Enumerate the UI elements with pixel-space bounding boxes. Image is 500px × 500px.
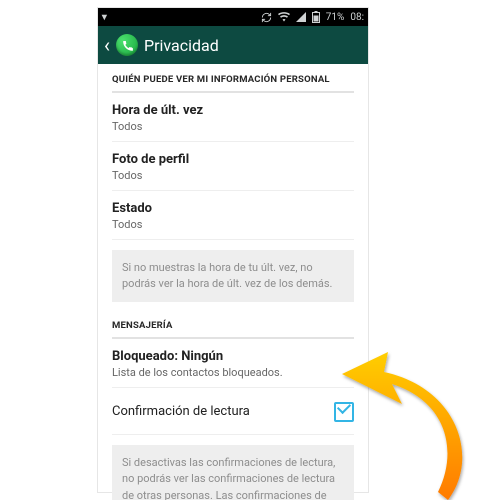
row-value: Todos (112, 120, 354, 133)
info-note-personal: Si no muestras la hora de tu últ. vez, n… (112, 250, 354, 302)
row-value: Todos (112, 218, 354, 231)
app-header: ‹ Privacidad (98, 26, 368, 64)
settings-content: QUIÉN PUEDE VER MI INFORMACIÓN PERSONAL … (98, 64, 368, 500)
section-header-personal: QUIÉN PUEDE VER MI INFORMACIÓN PERSONAL (112, 64, 354, 93)
status-bar: ▸ 71% 08: (98, 8, 368, 26)
wifi-icon (278, 12, 290, 22)
row-title: Bloqueado: Ningún (112, 349, 354, 364)
row-profile-photo[interactable]: Foto de perfil Todos (112, 142, 354, 191)
info-note-messaging: Si desactivas las confirmaciones de lect… (112, 445, 354, 500)
page-title: Privacidad (144, 36, 219, 55)
checkbox-read-receipts[interactable] (334, 402, 354, 422)
whatsapp-logo-icon[interactable] (116, 34, 138, 56)
row-title: Foto de perfil (112, 152, 354, 167)
row-title: Hora de últ. vez (112, 103, 354, 118)
battery-icon (312, 11, 320, 23)
row-blocked[interactable]: Bloqueado: Ningún Lista de los contactos… (112, 339, 354, 388)
row-sub: Lista de los contactos bloqueados. (112, 366, 354, 379)
row-value: Todos (112, 169, 354, 182)
sync-icon (261, 12, 272, 23)
signal-icon (296, 12, 306, 22)
phone-frame: ▸ 71% 08: ‹ Privacidad QUIÉN PUEDE VER M… (98, 8, 368, 492)
section-header-messaging: MENSAJERÍA (112, 310, 354, 339)
battery-percent: 71% (326, 12, 345, 23)
row-title: Confirmación de lectura (112, 404, 250, 419)
clock: 08: (350, 12, 364, 23)
notification-dropdown-icon: ▸ (98, 15, 111, 21)
row-title: Estado (112, 201, 354, 216)
row-read-receipts[interactable]: Confirmación de lectura (112, 388, 354, 435)
back-icon[interactable]: ‹ (104, 35, 110, 55)
row-status[interactable]: Estado Todos (112, 191, 354, 240)
row-last-seen[interactable]: Hora de últ. vez Todos (112, 93, 354, 142)
